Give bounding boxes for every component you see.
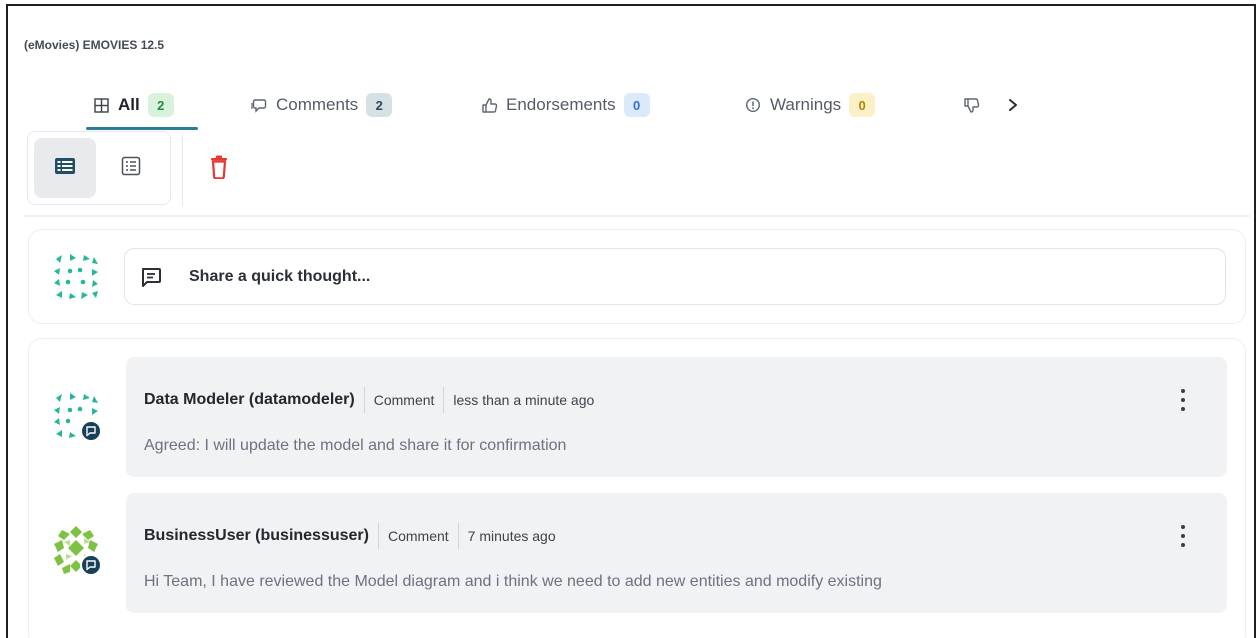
thumbs-up-icon: [480, 96, 498, 114]
tab-endorsements-count: 0: [623, 93, 650, 117]
quick-thought-placeholder: Share a quick thought...: [189, 267, 371, 285]
grid-icon: [92, 96, 110, 114]
tab-endorsements-label: Endorsements: [506, 95, 616, 114]
view-toggle-group: [27, 131, 171, 205]
page-title: (eMovies) EMOVIES 12.5: [24, 38, 165, 52]
comment-type: Comment: [387, 528, 449, 544]
more-options-button[interactable]: [1177, 523, 1189, 549]
comment-icon: [250, 96, 268, 114]
avatar: [50, 251, 102, 303]
compact-view-button[interactable]: [100, 138, 162, 198]
delete-icon: [209, 155, 229, 184]
tab-all[interactable]: All 2: [92, 82, 174, 128]
kebab-dot: [1181, 407, 1185, 411]
comment-timestamp: less than a minute ago: [453, 392, 595, 408]
message-icon: [139, 265, 163, 289]
comment-type-badge: [80, 420, 102, 442]
avatar: [50, 524, 102, 576]
chevron-right-icon: [1004, 96, 1022, 114]
expanded-view-button[interactable]: [34, 138, 96, 198]
comment-type-badge: [80, 554, 102, 576]
comment-item: Data Modeler (datamodeler) Comment less …: [126, 357, 1227, 477]
comment-header: BusinessUser (businessuser) Comment 7 mi…: [144, 523, 556, 549]
kebab-dot: [1181, 389, 1185, 393]
tab-comments-label: Comments: [276, 95, 359, 114]
expanded-view-icon: [54, 157, 76, 180]
active-tab-indicator: [86, 127, 198, 130]
tab-endorsements[interactable]: Endorsements 0: [480, 82, 650, 128]
delete-button[interactable]: [204, 154, 234, 184]
tab-bar: All 2 Comments 2 Endorsements 0 Warnings…: [86, 82, 1046, 130]
divider: [377, 523, 379, 549]
tabs-scroll-right-button[interactable]: [1004, 82, 1022, 128]
tab-all-label: All: [118, 95, 140, 114]
thumbs-down-icon: [962, 96, 980, 114]
tab-comments-count: 2: [366, 93, 393, 117]
toolbar-divider: [182, 134, 183, 206]
kebab-dot: [1181, 398, 1185, 402]
comment-header: Data Modeler (datamodeler) Comment less …: [144, 387, 594, 413]
comment-text: Agreed: I will update the model and shar…: [144, 437, 567, 454]
kebab-dot: [1181, 525, 1185, 529]
comment-author[interactable]: BusinessUser (businessuser): [144, 527, 369, 545]
comment-author[interactable]: Data Modeler (datamodeler): [144, 391, 355, 409]
divider: [443, 387, 445, 413]
tab-comments[interactable]: Comments 2: [250, 82, 393, 128]
tab-warnings-label: Warnings: [770, 95, 842, 114]
section-divider: [24, 215, 1250, 217]
tab-thumbs-down[interactable]: [962, 82, 980, 128]
divider: [457, 523, 459, 549]
quick-thought-input[interactable]: Share a quick thought...: [124, 248, 1226, 305]
comment-text: Hi Team, I have reviewed the Model diagr…: [144, 573, 882, 590]
comment-timestamp: 7 minutes ago: [467, 528, 556, 544]
tab-warnings[interactable]: Warnings 0: [744, 82, 876, 128]
warning-circle-icon: [744, 96, 762, 114]
avatar: [50, 390, 102, 442]
divider: [363, 387, 365, 413]
compact-view-icon: [121, 156, 141, 181]
tab-warnings-count: 0: [849, 93, 876, 117]
comment-item: BusinessUser (businessuser) Comment 7 mi…: [126, 493, 1227, 613]
kebab-dot: [1181, 534, 1185, 538]
tab-all-count: 2: [147, 93, 174, 117]
comment-type: Comment: [373, 392, 435, 408]
kebab-dot: [1181, 543, 1185, 547]
more-options-button[interactable]: [1177, 387, 1189, 413]
